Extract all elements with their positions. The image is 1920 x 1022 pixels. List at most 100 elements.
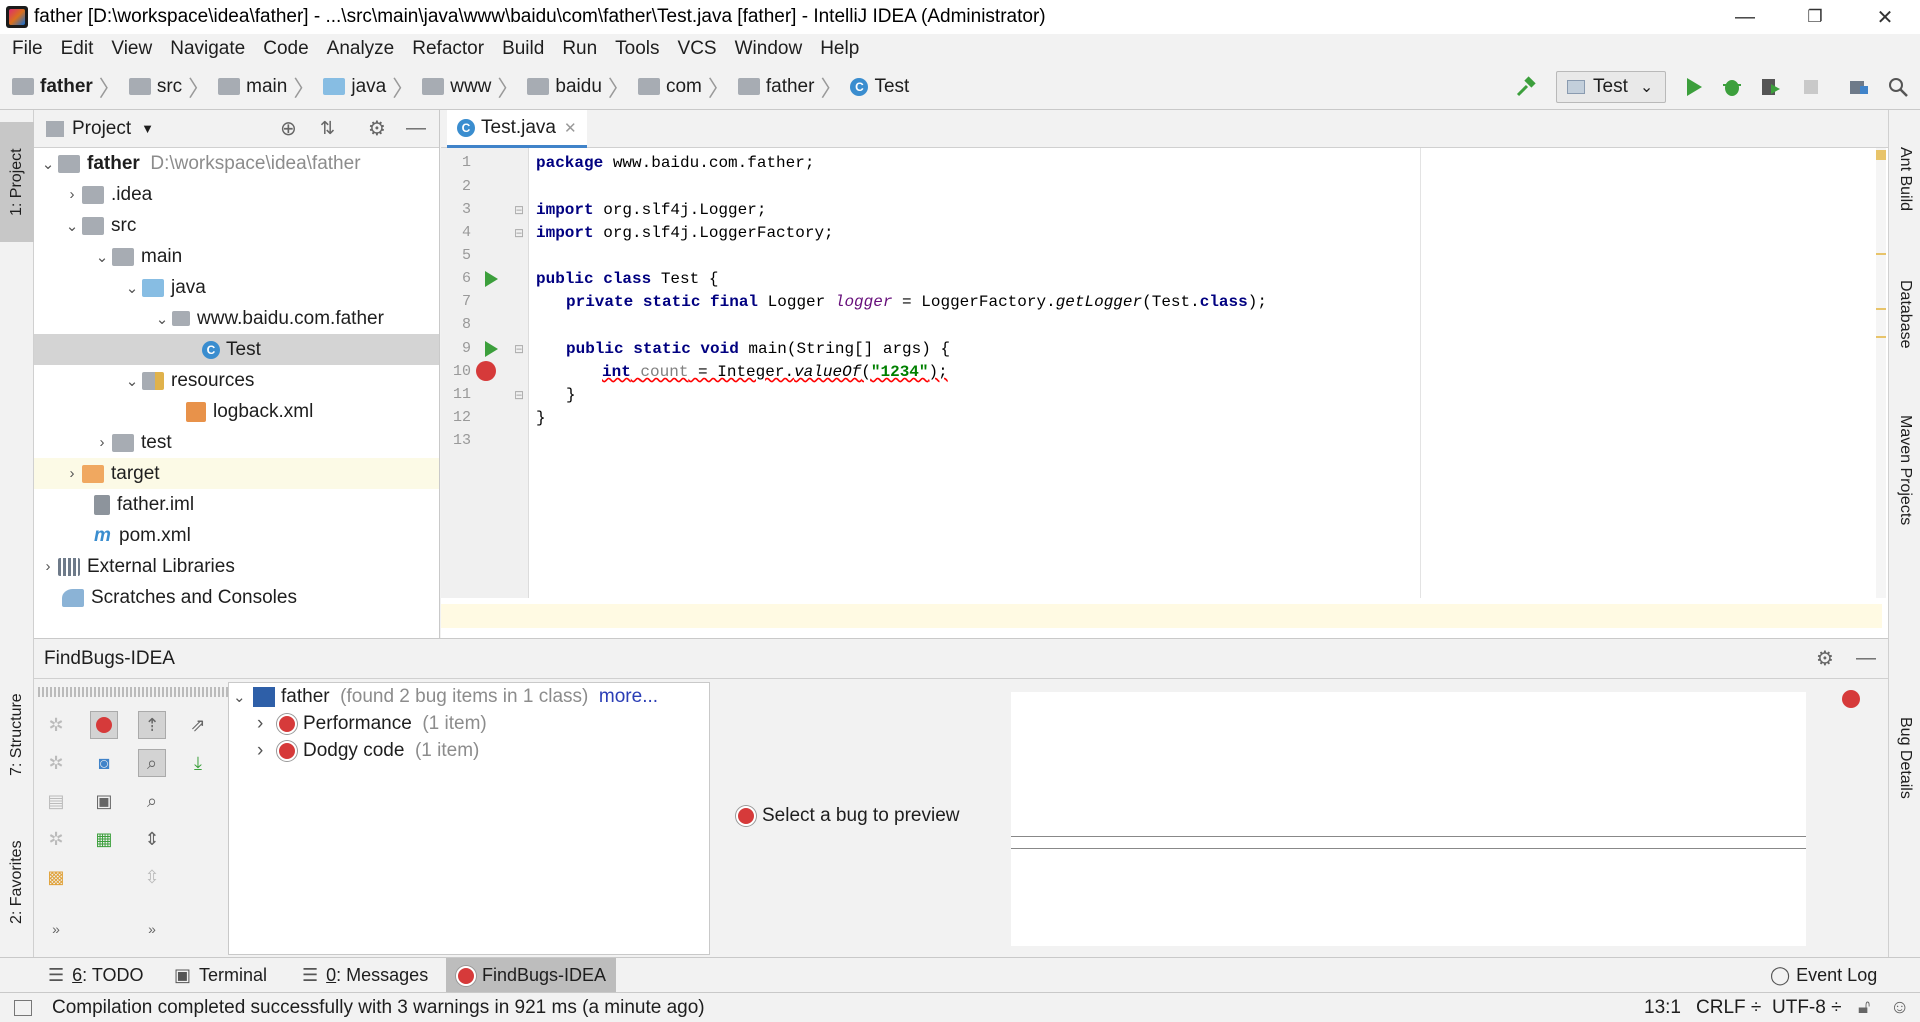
bug-tree-root[interactable]: ⌄ father (found 2 bug items in 1 class) …: [233, 683, 658, 710]
code-area[interactable]: package www.baidu.com.father; import org…: [530, 148, 1888, 598]
crumb-com[interactable]: com 〉: [637, 71, 736, 103]
tab-test-java[interactable]: C Test.java ✕: [447, 110, 587, 148]
search-icon[interactable]: ⌕: [138, 787, 166, 815]
search-everywhere-button[interactable]: [1884, 73, 1912, 101]
tree-item-father-iml[interactable]: father.iml: [34, 489, 439, 520]
tree-item-test-folder[interactable]: › test: [34, 427, 439, 458]
stop-button[interactable]: [1797, 73, 1825, 101]
run-button[interactable]: [1680, 73, 1708, 101]
bug-details-tool-tab[interactable]: Bug Details: [1889, 690, 1920, 825]
more-actions-icon[interactable]: »: [42, 915, 70, 943]
menu-run[interactable]: Run: [553, 38, 606, 60]
tab-terminal[interactable]: ▣ Terminal: [164, 958, 277, 993]
crumb-father[interactable]: father 〉: [737, 71, 849, 103]
crumb-www[interactable]: www 〉: [422, 71, 525, 103]
project-tool-tab[interactable]: 1: Project: [0, 122, 34, 242]
bug-category-dodgy-code[interactable]: › Dodgy code (1 item): [257, 737, 479, 764]
import-icon[interactable]: ▩: [42, 863, 70, 891]
menu-analyze[interactable]: Analyze: [318, 38, 404, 60]
ant-build-tool-tab[interactable]: Ant Build: [1889, 124, 1920, 234]
menu-window[interactable]: Window: [726, 38, 812, 60]
menu-tools[interactable]: Tools: [606, 38, 668, 60]
tree-item-package[interactable]: ⌄ www.baidu.com.father: [34, 303, 439, 334]
chevron-right-icon[interactable]: ›: [38, 558, 58, 575]
gear-icon[interactable]: ⚙: [368, 116, 386, 141]
chevron-right-icon[interactable]: ›: [62, 465, 82, 482]
caret-position[interactable]: 13:1: [1644, 997, 1681, 1019]
bug-icon[interactable]: ✲: [42, 711, 70, 739]
archive-icon[interactable]: ▣: [90, 787, 118, 815]
close-button[interactable]: ✕: [1850, 0, 1920, 34]
warning-stripe[interactable]: [1876, 253, 1886, 255]
search-preview-icon[interactable]: ⌕: [138, 749, 166, 777]
menu-view[interactable]: View: [102, 38, 161, 60]
restore-button[interactable]: ❐: [1780, 0, 1850, 34]
chevron-down-icon[interactable]: ⌄: [152, 310, 172, 328]
more-link[interactable]: more...: [599, 686, 658, 708]
menu-help[interactable]: Help: [811, 38, 868, 60]
lock-icon[interactable]: 🔓︎: [1858, 997, 1870, 1019]
favorites-tool-tab[interactable]: 2: Favorites: [0, 822, 34, 942]
tree-item-resources[interactable]: ⌄ resources: [34, 365, 439, 396]
tree-item-logback[interactable]: logback.xml: [34, 396, 439, 427]
tree-item-scratches[interactable]: Scratches and Consoles: [34, 582, 439, 613]
editor-scrollbar[interactable]: [1876, 148, 1886, 598]
fold-icon[interactable]: ⊟: [514, 203, 524, 217]
analyze-bug-icon[interactable]: [90, 711, 118, 739]
run-with-coverage-button[interactable]: [1757, 73, 1785, 101]
chevron-down-icon[interactable]: ⌄: [92, 248, 112, 266]
menu-build[interactable]: Build: [493, 38, 553, 60]
minimize-button[interactable]: —: [1710, 0, 1780, 34]
chevron-down-icon[interactable]: ⌄: [122, 279, 142, 297]
tree-item-father[interactable]: ⌄ father D:\workspace\idea\father: [34, 148, 439, 179]
export-up-icon[interactable]: ⇡: [138, 711, 166, 739]
crumb-main[interactable]: main 〉: [218, 71, 321, 103]
run-gutter-icon[interactable]: [483, 340, 499, 358]
chevron-right-icon[interactable]: ›: [92, 434, 112, 451]
disabled-action-icon[interactable]: ✲: [42, 749, 70, 777]
menu-vcs[interactable]: VCS: [669, 38, 726, 60]
menu-file[interactable]: File: [3, 38, 52, 60]
module-analyze-icon[interactable]: ▦: [90, 825, 118, 853]
fold-icon[interactable]: ⊟: [514, 342, 524, 356]
project-view-select[interactable]: Project: [72, 118, 131, 140]
debug-button[interactable]: [1718, 73, 1746, 101]
more-actions-icon[interactable]: »: [138, 915, 166, 943]
crumb-java[interactable]: java 〉: [323, 71, 420, 103]
crumb-test[interactable]: C Test: [850, 76, 909, 98]
open-external-icon[interactable]: ⇗: [184, 711, 212, 739]
crumb-project[interactable]: father 〉: [12, 71, 127, 103]
bug-category-performance[interactable]: › Performance (1 item): [257, 710, 487, 737]
chevron-right-icon[interactable]: ›: [257, 713, 277, 735]
file-encoding[interactable]: UTF-8 ÷: [1772, 997, 1842, 1019]
tree-item-test-class[interactable]: C Test: [34, 334, 439, 365]
chevron-down-icon[interactable]: ⌄: [62, 217, 82, 235]
bug-details-icon[interactable]: [1842, 690, 1860, 708]
chevron-right-icon[interactable]: ›: [257, 740, 277, 762]
database-tool-tab[interactable]: Database: [1889, 258, 1920, 370]
structure-tool-tab[interactable]: 7: Structure: [0, 670, 34, 800]
tab-findbugs[interactable]: FindBugs-IDEA: [446, 958, 617, 993]
chevron-down-icon[interactable]: ⌄: [233, 688, 253, 706]
crumb-baidu[interactable]: baidu 〉: [527, 71, 636, 103]
build-hammer-icon[interactable]: [1512, 73, 1540, 101]
menu-navigate[interactable]: Navigate: [161, 38, 254, 60]
download-icon[interactable]: ⤓: [184, 749, 212, 777]
chevron-down-icon[interactable]: ⌄: [38, 155, 58, 173]
collapse-all-icon[interactable]: ⇅: [320, 118, 335, 139]
tree-item-java[interactable]: ⌄ java: [34, 272, 439, 303]
run-configuration-select[interactable]: Test ⌄: [1556, 71, 1666, 103]
tab-messages[interactable]: ☰ 0: Messages: [292, 958, 438, 993]
hide-panel-icon[interactable]: —: [406, 117, 426, 140]
close-tab-icon[interactable]: ✕: [564, 119, 577, 137]
line-separator[interactable]: CRLF ÷: [1696, 997, 1761, 1019]
gear-icon[interactable]: ⚙: [1816, 646, 1834, 671]
expand-all-icon[interactable]: ⇕: [138, 825, 166, 853]
project-structure-button[interactable]: [1845, 73, 1873, 101]
tree-item-external-libraries[interactable]: › External Libraries: [34, 551, 439, 582]
menu-edit[interactable]: Edit: [52, 38, 103, 60]
warning-stripe[interactable]: [1876, 336, 1886, 338]
event-log-button[interactable]: ◯ Event Log: [1760, 958, 1887, 993]
status-message[interactable]: Compilation completed successfully with …: [52, 997, 705, 1019]
chevron-down-icon[interactable]: ▼: [141, 121, 154, 136]
